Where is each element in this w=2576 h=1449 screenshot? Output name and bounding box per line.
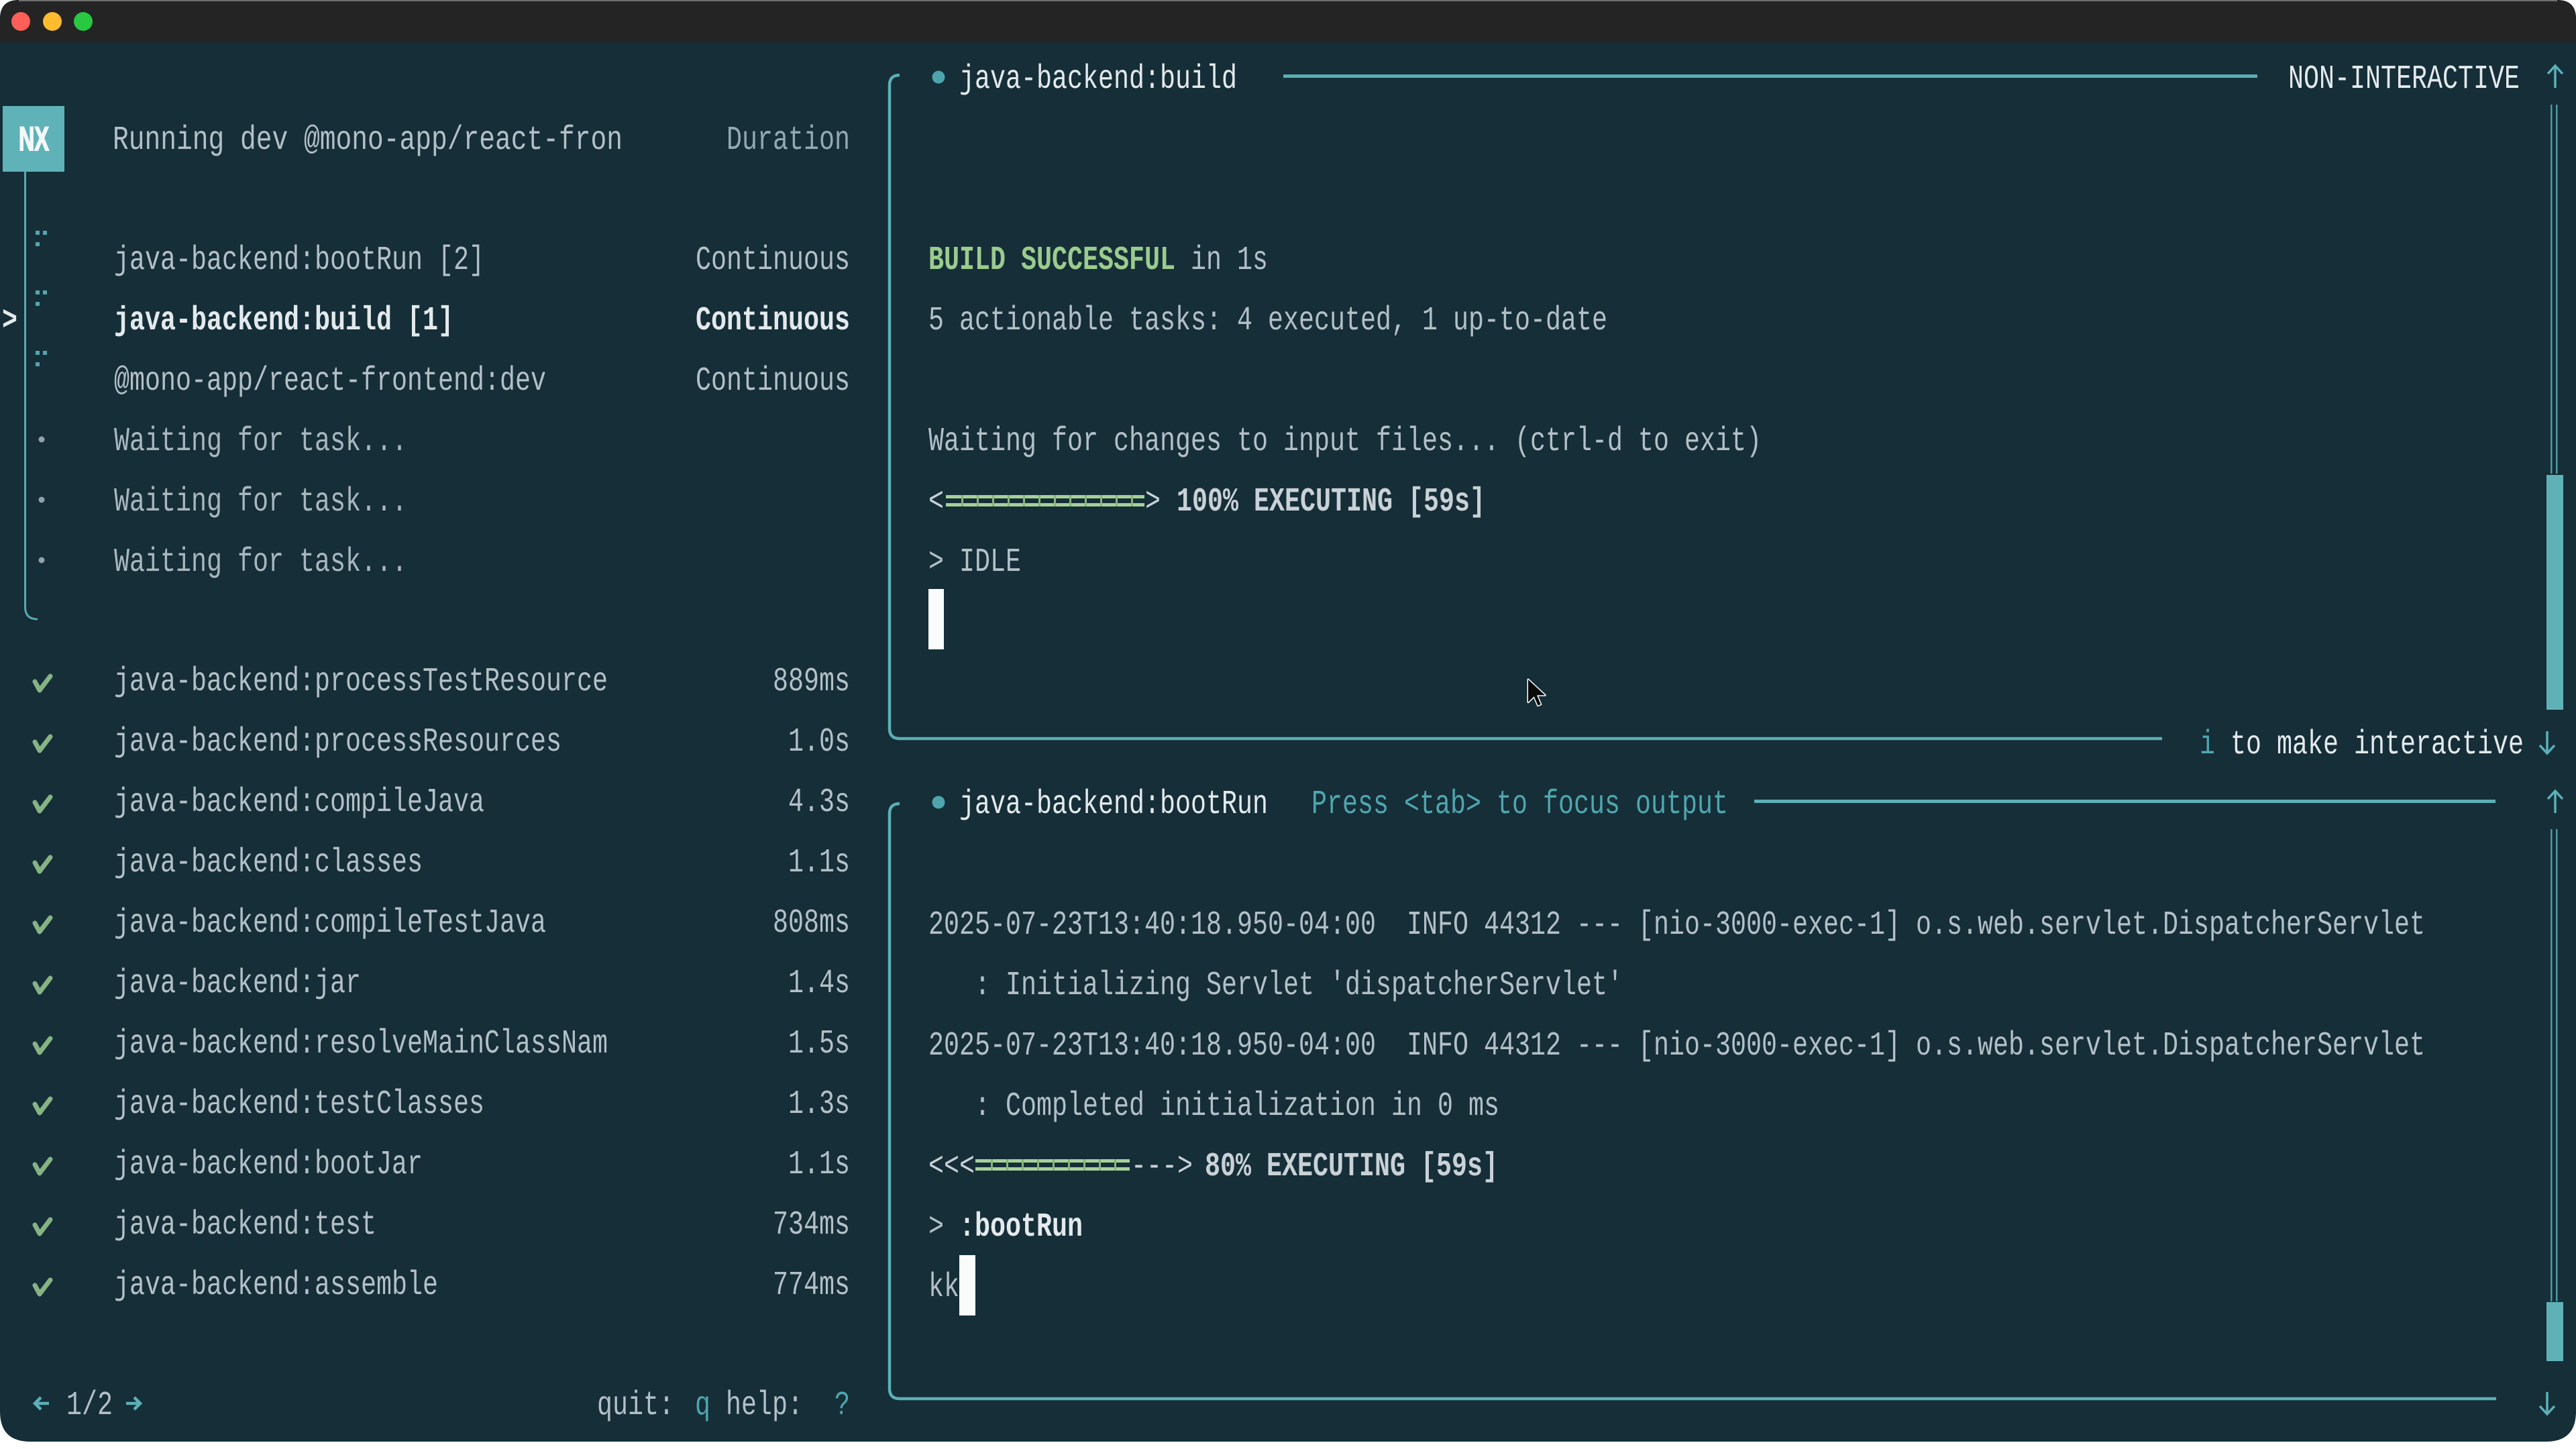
svg-text:java-backend:compileJava: java-backend:compileJava	[114, 784, 484, 822]
svg-text:Waiting for task...: Waiting for task...	[114, 483, 407, 521]
svg-text:734ms: 734ms	[773, 1206, 850, 1244]
svg-text:java-backend:bootJar: java-backend:bootJar	[114, 1146, 423, 1184]
svg-text:Waiting for task...: Waiting for task...	[114, 543, 407, 582]
svg-text:Duration: Duration	[727, 121, 850, 160]
svg-text:889ms: 889ms	[773, 663, 850, 701]
svg-text:java-backend:testClasses: java-backend:testClasses	[114, 1085, 484, 1124]
svg-text:java-backend:classes: java-backend:classes	[114, 844, 423, 882]
svg-text:--->: --->	[1131, 1148, 1193, 1186]
svg-text:BUILD SUCCESSFUL: BUILD SUCCESSFUL	[928, 241, 1175, 280]
svg-text:>: >	[2, 302, 17, 340]
svg-text:1.1s: 1.1s	[788, 844, 850, 882]
svg-text:1/2: 1/2	[66, 1387, 113, 1425]
svg-text:in 1s: in 1s	[1191, 241, 1268, 280]
svg-text:help:: help:	[726, 1387, 803, 1425]
svg-text:>: >	[1145, 483, 1161, 521]
svg-text:IDLE: IDLE	[959, 543, 1021, 582]
svg-text:774ms: 774ms	[773, 1267, 850, 1305]
svg-text:1.4s: 1.4s	[788, 965, 850, 1003]
svg-text:java-backend:processResources: java-backend:processResources	[114, 723, 561, 761]
svg-text:java-backend:bootRun: java-backend:bootRun	[959, 786, 1268, 824]
svg-text:q: q	[695, 1387, 710, 1425]
svg-text:java-backend:resolveMainClassN: java-backend:resolveMainClassNam	[114, 1025, 608, 1063]
svg-text:quit:: quit:	[597, 1387, 674, 1425]
svg-text:Continuous: Continuous	[696, 241, 850, 280]
svg-text:5 actionable tasks: 4 executed: 5 actionable tasks: 4 executed, 1 up-to-…	[928, 302, 1607, 340]
svg-text:2025-07-23T13:40:18.950-04:00: 2025-07-23T13:40:18.950-04:00 INFO 44312…	[928, 1027, 2425, 1065]
svg-text:@mono-app/react-frontend:dev: @mono-app/react-frontend:dev	[114, 362, 546, 400]
svg-text:java-backend:bootRun [2]: java-backend:bootRun [2]	[114, 241, 484, 280]
svg-text:java-backend:compileTestJava: java-backend:compileTestJava	[114, 904, 546, 943]
svg-text:kk: kk	[928, 1269, 959, 1307]
svg-text:80% EXECUTING [59s]: 80% EXECUTING [59s]	[1205, 1148, 1498, 1186]
svg-text:4.3s: 4.3s	[788, 784, 850, 822]
svg-text:?: ?	[835, 1387, 850, 1425]
svg-text:1.1s: 1.1s	[788, 1146, 850, 1184]
svg-text:i: i	[2200, 726, 2215, 764]
svg-text:to make interactive: to make interactive	[2231, 726, 2524, 764]
svg-text:>: >	[928, 543, 944, 582]
svg-text:<<<: <<<	[928, 1148, 975, 1186]
svg-text:>: >	[928, 1208, 944, 1246]
svg-text:Continuous: Continuous	[696, 302, 850, 340]
svg-text:1.3s: 1.3s	[788, 1085, 850, 1124]
svg-text:<: <	[928, 483, 944, 521]
svg-text:1.5s: 1.5s	[788, 1025, 850, 1063]
svg-text:: Initializing Servlet 'dispat: : Initializing Servlet 'dispatcherServle…	[975, 967, 1623, 1005]
svg-text:Continuous: Continuous	[696, 362, 850, 400]
svg-text:java-backend:build [1]: java-backend:build [1]	[114, 302, 453, 340]
svg-text::bootRun: :bootRun	[959, 1208, 1083, 1246]
svg-text:NX: NX	[19, 120, 49, 158]
svg-text:: Completed initialization in: : Completed initialization in 0 ms	[975, 1087, 1499, 1126]
svg-text:Waiting for task...: Waiting for task...	[114, 423, 407, 461]
svg-text:java-backend:jar: java-backend:jar	[114, 965, 361, 1003]
svg-text:NON-INTERACTIVE: NON-INTERACTIVE	[2288, 60, 2520, 99]
svg-text:Press <tab> to focus output: Press <tab> to focus output	[1311, 786, 1728, 824]
svg-text:100% EXECUTING [59s]: 100% EXECUTING [59s]	[1177, 483, 1485, 521]
svg-text:808ms: 808ms	[773, 904, 850, 943]
svg-text:2025-07-23T13:40:18.950-04:00: 2025-07-23T13:40:18.950-04:00 INFO 44312…	[928, 906, 2425, 945]
svg-text:java-backend:assemble: java-backend:assemble	[114, 1267, 438, 1305]
svg-text:1.0s: 1.0s	[788, 723, 850, 761]
svg-text:Running dev @mono-app/react-fr: Running dev @mono-app/react-fron	[113, 121, 623, 160]
svg-text:Waiting for changes to input f: Waiting for changes to input files... (c…	[928, 423, 1762, 461]
svg-text:java-backend:build: java-backend:build	[959, 60, 1237, 99]
svg-text:java-backend:test: java-backend:test	[114, 1206, 376, 1244]
svg-text:java-backend:processTestResour: java-backend:processTestResource	[114, 663, 608, 701]
